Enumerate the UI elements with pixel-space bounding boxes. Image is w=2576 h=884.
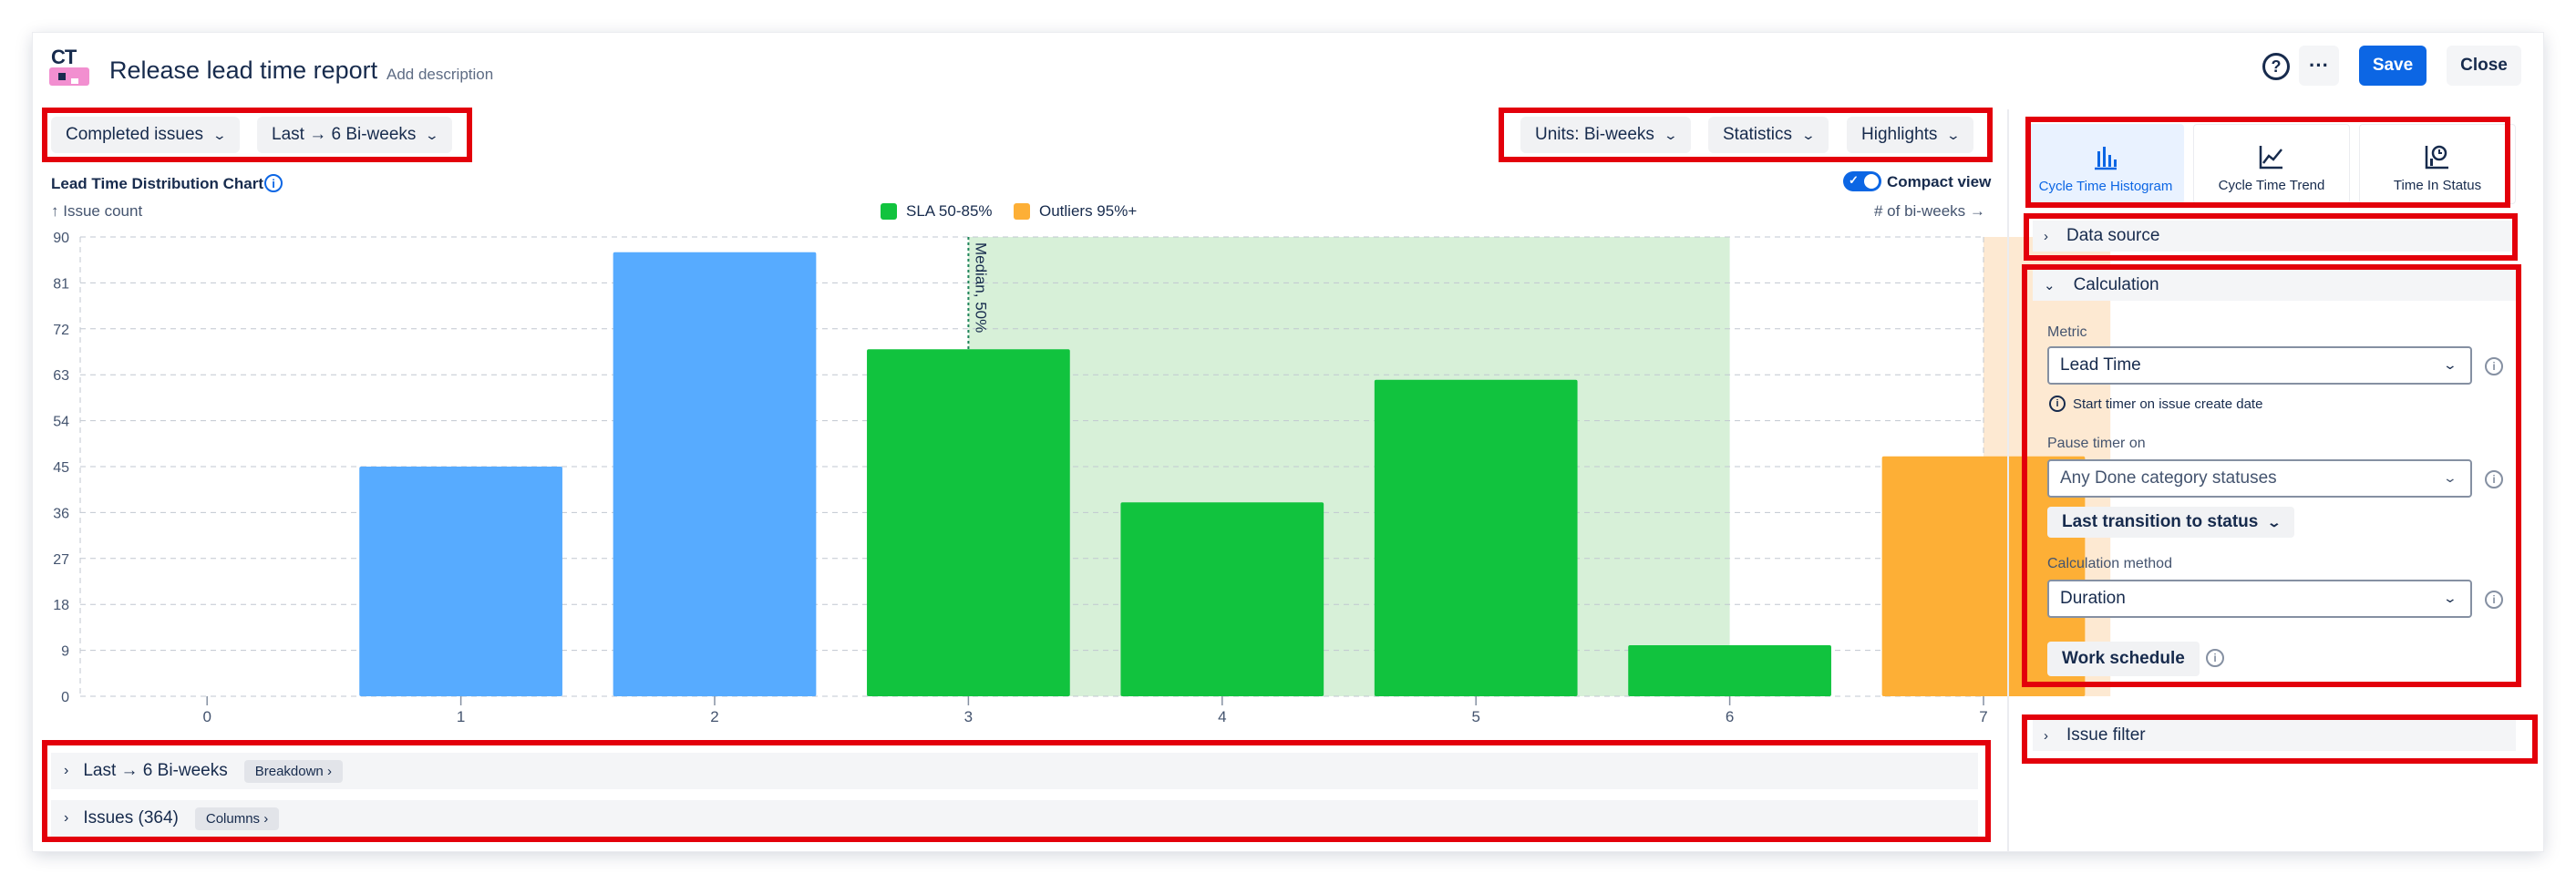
issues-row[interactable]: › Issues (364) Columns › (51, 800, 1978, 837)
period-breakdown-label: Last → 6 Bi-weeks (83, 761, 228, 780)
x-tick-label: 3 (964, 708, 973, 725)
y-tick-label: 27 (53, 552, 69, 568)
y-tick-label: 0 (61, 690, 69, 705)
work-schedule-button[interactable]: Work schedule (2047, 642, 2200, 676)
chevron-right-icon: › (64, 763, 69, 778)
pause-timer-value: Any Done category statuses (2060, 468, 2277, 488)
calculation-method-value: Duration (2060, 589, 2126, 608)
y-tick-label: 45 (53, 460, 69, 476)
bar-1 (359, 467, 562, 696)
tab-cycle-time-trend[interactable]: Cycle Time Trend (2193, 124, 2350, 204)
chevron-down-icon: ⌄ (2442, 591, 2458, 605)
x-tick-label: 6 (1726, 708, 1734, 725)
y-tick-label: 90 (53, 231, 69, 246)
y-tick-label: 81 (53, 276, 69, 292)
y-tick-label: 54 (53, 415, 69, 430)
metric-select[interactable]: Lead Time ⌄ (2047, 346, 2472, 385)
tab-time-in-status[interactable]: Time In Status (2359, 124, 2516, 204)
info-icon: i (2049, 396, 2066, 412)
work-schedule-info-icon[interactable]: i (2206, 649, 2224, 667)
y-tick-label: 36 (53, 506, 69, 521)
panel-divider (2007, 109, 2009, 851)
median-label: Median, 50% (972, 242, 989, 333)
chevron-right-icon: › (2044, 727, 2048, 744)
work-schedule-label: Work schedule (2062, 649, 2185, 668)
method-info-icon[interactable]: i (2485, 591, 2503, 609)
x-tick-label: 5 (1471, 708, 1479, 725)
trend-chart-icon (2259, 146, 2282, 170)
bar-2 (613, 252, 817, 696)
chevron-right-icon: › (64, 810, 69, 826)
x-tick-label: 2 (710, 708, 718, 725)
pause-timer-select[interactable]: Any Done category statuses ⌄ (2047, 459, 2472, 498)
bar-3 (867, 349, 1070, 696)
metric-label: Metric (2047, 324, 2087, 340)
issue-filter-label: Issue filter (2066, 725, 2146, 745)
calculation-method-select[interactable]: Duration ⌄ (2047, 580, 2472, 618)
x-tick-label: 7 (1979, 708, 1987, 725)
x-tick-label: 4 (1218, 708, 1226, 725)
calculation-label: Calculation (2073, 275, 2159, 294)
y-tick-label: 9 (61, 644, 69, 660)
tab-label: Time In Status (2393, 178, 2482, 193)
histogram-icon (2095, 147, 2117, 170)
issue-filter-section[interactable]: › Issue filter (2033, 720, 2516, 751)
metric-info-icon[interactable]: i (2485, 357, 2503, 375)
data-source-section[interactable]: › Data source (2033, 221, 2516, 252)
tab-label: Cycle Time Histogram (2038, 179, 2173, 194)
y-tick-label: 63 (53, 368, 69, 384)
time-in-status-icon (2425, 145, 2448, 170)
pause-timer-info-icon[interactable]: i (2485, 470, 2503, 488)
y-tick-label: 72 (53, 323, 69, 338)
bar-6 (1628, 645, 1831, 696)
columns-button[interactable]: Columns › (194, 807, 280, 830)
histogram-chart: 09182736455463728190Median, 50%0 1 2 3 4 5 6 7 (53, 231, 2111, 725)
tab-label: Cycle Time Trend (2218, 178, 2325, 193)
y-tick-label: 18 (53, 598, 69, 613)
bar-4 (1120, 502, 1324, 696)
transition-label: Last transition to status (2062, 512, 2259, 531)
calculation-section[interactable]: ⌄ Calculation (2033, 270, 2516, 301)
tab-cycle-time-histogram[interactable]: Cycle Time Histogram (2027, 124, 2184, 204)
calculation-method-label: Calculation method (2047, 556, 2172, 571)
bar-5 (1374, 379, 1578, 696)
x-tick-label: 0 (202, 708, 211, 725)
chevron-right-icon: › (2044, 228, 2048, 244)
metric-hint: i Start timer on issue create date (2049, 396, 2262, 412)
breakdown-button[interactable]: Breakdown › (243, 759, 343, 783)
chevron-down-icon: ⌄ (2044, 278, 2056, 293)
period-breakdown-row[interactable]: › Last → 6 Bi-weeks Breakdown › (51, 753, 1978, 789)
x-tick-label: 1 (457, 708, 465, 725)
pause-timer-label: Pause timer on (2047, 436, 2146, 451)
metric-value: Lead Time (2060, 355, 2141, 375)
transition-dropdown[interactable]: Last transition to status ⌄ (2047, 507, 2295, 538)
data-source-label: Data source (2066, 226, 2160, 245)
chevron-down-icon: ⌄ (2442, 357, 2458, 372)
chevron-down-icon: ⌄ (2442, 470, 2458, 485)
metric-hint-text: Start timer on issue create date (2073, 396, 2263, 412)
chevron-down-icon: ⌄ (2267, 514, 2282, 529)
issues-count-label: Issues (364) (83, 808, 179, 827)
